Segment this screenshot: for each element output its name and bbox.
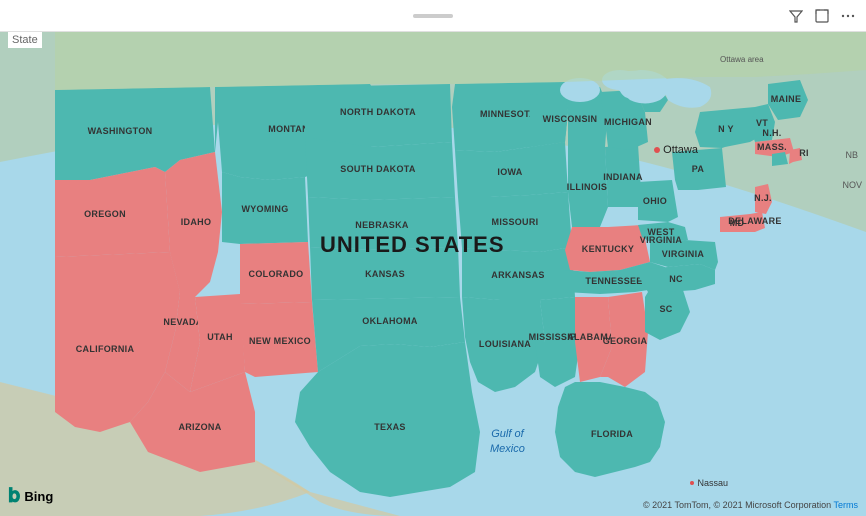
svg-text:SOUTH DAKOTA: SOUTH DAKOTA <box>340 164 416 174</box>
svg-text:MICHIGAN: MICHIGAN <box>604 117 652 127</box>
svg-text:WASHINGTON: WASHINGTON <box>88 126 153 136</box>
toolbar <box>0 0 866 32</box>
copyright-text: © 2021 TomTom, © 2021 Microsoft Corporat… <box>643 500 858 510</box>
svg-text:NORTH DAKOTA: NORTH DAKOTA <box>340 107 416 117</box>
svg-text:INDIANA: INDIANA <box>603 172 643 182</box>
nassau-label: Nassau <box>697 478 728 488</box>
drag-handle[interactable] <box>413 14 453 18</box>
bing-b-icon: 𝐛 <box>8 485 20 508</box>
svg-text:GEORGIA: GEORGIA <box>603 336 648 346</box>
nassau-dot <box>690 481 694 485</box>
svg-text:KANSAS: KANSAS <box>365 269 405 279</box>
svg-text:VIRGINIA: VIRGINIA <box>662 249 705 259</box>
svg-text:N Y: N Y <box>718 124 734 134</box>
filter-icon[interactable] <box>786 6 806 26</box>
svg-text:OHIO: OHIO <box>643 196 667 206</box>
svg-text:KENTUCKY: KENTUCKY <box>582 244 634 254</box>
ottawa-label: Ottawa <box>663 144 698 156</box>
svg-text:OKLAHOMA: OKLAHOMA <box>362 316 418 326</box>
svg-text:OREGON: OREGON <box>84 209 126 219</box>
svg-text:VT: VT <box>756 118 768 128</box>
svg-text:NEVADA: NEVADA <box>163 317 202 327</box>
svg-text:TEXAS: TEXAS <box>374 422 406 432</box>
svg-text:MISSOURI: MISSOURI <box>492 217 539 227</box>
map-container: WASHINGTON OREGON IDAHO CALIFORNIA NEVAD… <box>0 32 866 516</box>
svg-text:N.H.: N.H. <box>762 128 781 138</box>
svg-text:COLORADO: COLORADO <box>249 269 304 279</box>
gulf-label: Gulf ofMexico <box>490 427 525 456</box>
svg-text:IDAHO: IDAHO <box>181 217 212 227</box>
svg-text:ARIZONA: ARIZONA <box>178 422 221 432</box>
bing-logo: 𝐛 Bing <box>8 485 53 508</box>
svg-text:LOUISIANA: LOUISIANA <box>479 339 531 349</box>
svg-text:DELAWARE: DELAWARE <box>728 216 781 226</box>
us-map: WASHINGTON OREGON IDAHO CALIFORNIA NEVAD… <box>0 32 866 516</box>
svg-text:ARKANSAS: ARKANSAS <box>491 270 544 280</box>
svg-text:TENNESSEE: TENNESSEE <box>585 276 642 286</box>
svg-text:NC: NC <box>669 274 683 284</box>
expand-icon[interactable] <box>812 6 832 26</box>
svg-text:NEW MEXICO: NEW MEXICO <box>249 336 311 346</box>
svg-text:SC: SC <box>659 304 672 314</box>
bing-text: Bing <box>24 489 53 504</box>
svg-text:WISCONSIN: WISCONSIN <box>543 114 598 124</box>
nb-label: NB <box>845 150 858 160</box>
svg-text:UTAH: UTAH <box>207 332 233 342</box>
svg-text:FLORIDA: FLORIDA <box>591 429 633 439</box>
svg-text:IOWA: IOWA <box>497 167 522 177</box>
svg-text:MAINE: MAINE <box>771 94 802 104</box>
toolbar-icons <box>786 0 858 32</box>
state-filter-label: State <box>8 32 42 48</box>
ottawa-dot <box>654 147 660 153</box>
more-icon[interactable] <box>838 6 858 26</box>
svg-text:MINNESOTA: MINNESOTA <box>480 109 536 119</box>
nov-label: NOV <box>842 180 862 190</box>
nassau-marker: Nassau <box>690 478 728 488</box>
svg-text:NEBRASKA: NEBRASKA <box>355 220 409 230</box>
svg-text:CALIFORNIA: CALIFORNIA <box>76 344 135 354</box>
svg-text:ILLINOIS: ILLINOIS <box>567 182 607 192</box>
svg-text:Ottawa area: Ottawa area <box>720 55 764 64</box>
svg-text:WYOMING: WYOMING <box>241 204 288 214</box>
terms-link[interactable]: Terms <box>834 500 859 510</box>
svg-text:PA: PA <box>692 164 705 174</box>
ottawa-marker: Ottawa <box>654 144 698 156</box>
svg-text:MASS.: MASS. <box>757 142 787 152</box>
svg-text:N.J.: N.J. <box>754 193 772 203</box>
svg-text:RI: RI <box>799 148 809 158</box>
us-map-title: UNITED STATES <box>320 232 505 258</box>
svg-text:VIRGINIA: VIRGINIA <box>640 235 683 245</box>
